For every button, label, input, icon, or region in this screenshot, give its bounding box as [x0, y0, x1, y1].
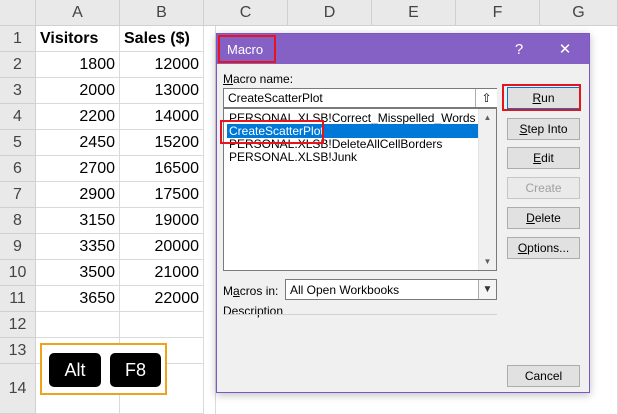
alt-key: Alt [49, 353, 101, 387]
cell-sales[interactable]: 19000 [120, 208, 204, 234]
edit-button[interactable]: Edit [507, 147, 580, 169]
row-header[interactable]: 5 [0, 130, 36, 156]
list-item[interactable]: PERSONAL.XLSB!Junk [227, 150, 357, 164]
edit-label: dit [541, 151, 554, 165]
cell-visitors[interactable]: 2900 [36, 182, 120, 208]
cell-sales[interactable]: 17500 [120, 182, 204, 208]
cell-sales[interactable]: 13000 [120, 78, 204, 104]
close-icon[interactable]: ✕ [545, 34, 585, 64]
list-scrollbar[interactable]: ▲ ▼ [478, 109, 496, 270]
cell-sales[interactable]: 12000 [120, 52, 204, 78]
row-header[interactable]: 4 [0, 104, 36, 130]
row-header[interactable]: 12 [0, 312, 36, 338]
row-header[interactable]: 14 [0, 364, 36, 414]
title-highlight-box [218, 35, 276, 63]
row-header[interactable]: 11 [0, 286, 36, 312]
cell-empty[interactable] [590, 26, 618, 414]
cell-sales[interactable]: 15200 [120, 130, 204, 156]
cell-empty[interactable] [36, 312, 120, 338]
cell-visitors[interactable]: 1800 [36, 52, 120, 78]
dialog-titlebar[interactable]: Macro ? ✕ [217, 34, 589, 64]
cell-visitors[interactable]: 3350 [36, 234, 120, 260]
macros-in-post: cros in: [239, 284, 279, 298]
edit-mnemonic: E [533, 151, 542, 165]
delete-mnemonic: D [526, 211, 535, 225]
macro-name-label: Macro name: [223, 72, 293, 86]
row-header[interactable]: 2 [0, 52, 36, 78]
cell-visitors[interactable]: 3650 [36, 286, 120, 312]
cell-visitors[interactable]: 3150 [36, 208, 120, 234]
row-header[interactable]: 9 [0, 234, 36, 260]
step-into-button[interactable]: Step Into [507, 118, 580, 140]
column-header-g[interactable]: G [540, 0, 618, 26]
cell-visitors[interactable]: 3500 [36, 260, 120, 286]
macro-dialog: Macro ? ✕ Macro name: CreateScatterPlot … [216, 33, 590, 393]
column-header-f[interactable]: F [456, 0, 540, 26]
shortcut-keys-box: Alt F8 [40, 343, 167, 395]
column-header-a[interactable]: A [36, 0, 120, 26]
row-header[interactable]: 8 [0, 208, 36, 234]
macros-in-mnemonic: a [233, 284, 240, 298]
cell-sales[interactable]: 21000 [120, 260, 204, 286]
column-header-c[interactable]: C [204, 0, 288, 26]
cell-visitors[interactable]: 2450 [36, 130, 120, 156]
row-header[interactable]: 1 [0, 26, 36, 52]
macros-in-label: Macros in: [223, 284, 278, 298]
macros-in-select[interactable]: All Open Workbooks ▼ [285, 279, 497, 300]
column-header-b[interactable]: B [120, 0, 204, 26]
cell-sales-header[interactable]: Sales ($) [120, 26, 204, 52]
row-header[interactable]: 3 [0, 78, 36, 104]
row-header[interactable]: 6 [0, 156, 36, 182]
cell-sales[interactable]: 14000 [120, 104, 204, 130]
options-label: ptions... [527, 241, 570, 255]
macros-in-value: All Open Workbooks [290, 283, 400, 297]
delete-label: elete [534, 211, 561, 225]
options-button[interactable]: Options... [507, 237, 580, 259]
cancel-button[interactable]: Cancel [507, 365, 580, 387]
chevron-down-icon[interactable]: ▼ [478, 280, 496, 299]
macro-name-label-text: acro name: [233, 72, 294, 86]
macros-in-pre: M [223, 284, 233, 298]
description-label: Description [223, 304, 284, 318]
cell-sales[interactable]: 20000 [120, 234, 204, 260]
create-button[interactable]: Create [507, 177, 580, 199]
cell-empty[interactable] [204, 26, 216, 414]
scroll-down-icon[interactable]: ▼ [479, 253, 496, 270]
step-label: tep Into [527, 122, 568, 136]
step-mnemonic: S [519, 122, 528, 136]
scroll-up-icon[interactable]: ▲ [479, 109, 496, 126]
macro-name-input[interactable]: CreateScatterPlot [223, 88, 497, 108]
help-button[interactable]: ? [499, 34, 539, 64]
column-header-e[interactable]: E [372, 0, 456, 26]
row-header[interactable]: 13 [0, 338, 36, 364]
options-mnemonic: O [517, 241, 528, 255]
cell-visitors-header[interactable]: Visitors [36, 26, 120, 52]
f8-key: F8 [110, 353, 161, 387]
cell-empty[interactable] [120, 312, 204, 338]
run-highlight-box [502, 84, 581, 111]
row-header[interactable]: 10 [0, 260, 36, 286]
cell-sales[interactable]: 22000 [120, 286, 204, 312]
macro-name-mnemonic: M [223, 72, 233, 86]
selected-macro-highlight-box [220, 120, 324, 144]
cell-sales[interactable]: 16500 [120, 156, 204, 182]
select-all-corner[interactable] [0, 0, 36, 26]
collapse-up-icon[interactable]: ⇧ [475, 89, 497, 107]
description-divider [223, 314, 497, 315]
cell-visitors[interactable]: 2200 [36, 104, 120, 130]
delete-button[interactable]: Delete [507, 207, 580, 229]
cell-visitors[interactable]: 2000 [36, 78, 120, 104]
column-header-d[interactable]: D [288, 0, 372, 26]
cell-visitors[interactable]: 2700 [36, 156, 120, 182]
row-header[interactable]: 7 [0, 182, 36, 208]
